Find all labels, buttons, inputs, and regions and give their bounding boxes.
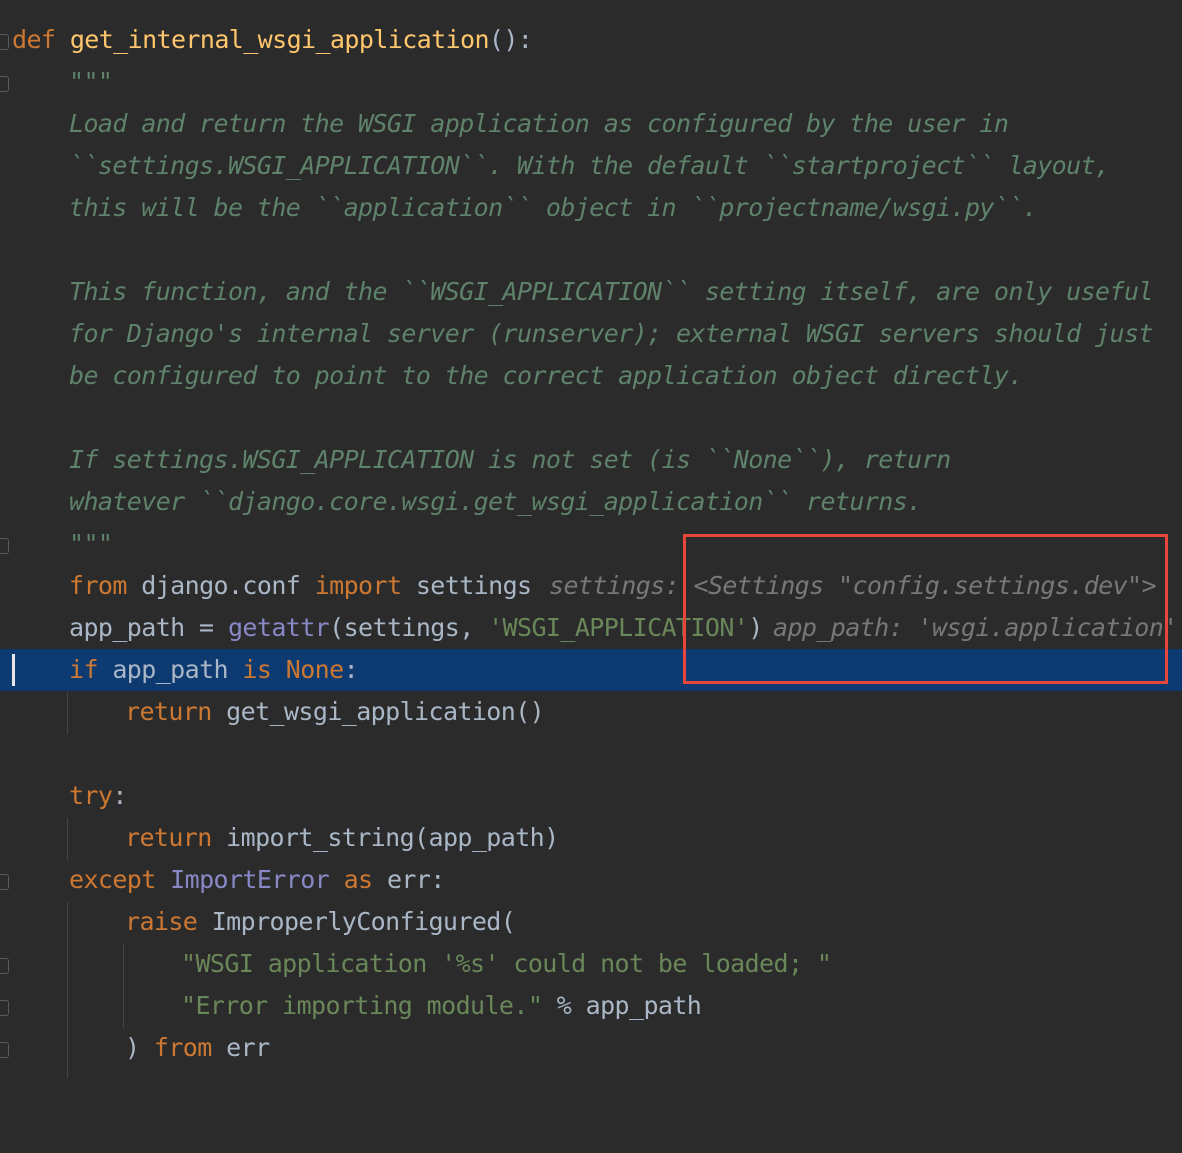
code-punctuation: (): <box>488 25 533 54</box>
assignment-target: app_path = <box>69 613 228 642</box>
text-caret <box>12 654 15 686</box>
keyword-return: return <box>125 697 212 726</box>
code-line[interactable]: whatever ``django.core.wsgi.get_wsgi_app… <box>0 481 1182 523</box>
exception-class: ImportError <box>170 865 330 894</box>
code-expression: err <box>211 1033 270 1062</box>
code-punctuation: ) <box>125 1033 154 1062</box>
docstring-line: for Django's internal server (runserver)… <box>69 319 1153 348</box>
module-name: django.conf <box>126 571 315 600</box>
keyword-from: from <box>69 571 127 600</box>
keyword-try: try <box>69 781 113 810</box>
code-expression: err: <box>372 865 445 894</box>
code-line[interactable]: def get_internal_wsgi_application(): <box>0 19 1182 61</box>
code-line[interactable]: """ <box>0 523 1182 565</box>
code-line[interactable]: """ <box>0 61 1182 103</box>
imported-name: settings <box>401 571 532 600</box>
docstring-quote: """ <box>69 529 113 558</box>
inlay-hint-settings: settings: <Settings "config.settings.dev… <box>549 571 1157 600</box>
code-line[interactable]: app_path = getattr(settings, 'WSGI_APPLI… <box>0 607 1182 649</box>
code-line[interactable]: except ImportError as err: <box>0 859 1182 901</box>
keyword-from: from <box>153 1033 212 1062</box>
string-literal: "Error importing module." <box>181 991 543 1020</box>
docstring-line: This function, and the ``WSGI_APPLICATIO… <box>69 277 1153 306</box>
keyword-none: None <box>285 655 344 684</box>
code-line[interactable]: ) from err <box>0 1027 1182 1069</box>
code-line[interactable]: ``settings.WSGI_APPLICATION``. With the … <box>0 145 1182 187</box>
docstring-line: ``settings.WSGI_APPLICATION``. With the … <box>69 151 1110 180</box>
string-literal: "WSGI application '%s' could not be load… <box>181 949 832 978</box>
code-expression: get_wsgi_application() <box>211 697 545 726</box>
code-line[interactable]: If settings.WSGI_APPLICATION is not set … <box>0 439 1182 481</box>
code-line[interactable]: return import_string(app_path) <box>0 817 1182 859</box>
docstring-line: this will be the ``application`` object … <box>69 193 1038 222</box>
builtin-getattr: getattr <box>227 613 330 642</box>
string-literal: 'WSGI_APPLICATION' <box>488 613 749 642</box>
function-name: get_internal_wsgi_application <box>69 25 490 54</box>
docstring-line: If settings.WSGI_APPLICATION is not set … <box>69 445 951 474</box>
keyword-as: as <box>343 865 374 894</box>
code-line[interactable]: be configured to point to the correct ap… <box>0 355 1182 397</box>
docstring-line: be configured to point to the correct ap… <box>69 361 1023 390</box>
keyword-return: return <box>125 823 212 852</box>
code-line[interactable]: Load and return the WSGI application as … <box>0 103 1182 145</box>
code-editor[interactable]: def get_internal_wsgi_application(): """… <box>0 0 1182 1078</box>
code-punctuation: : <box>112 781 127 810</box>
code-args: (settings, <box>329 613 489 642</box>
keyword-if: if <box>69 655 99 684</box>
code-line[interactable]: this will be the ``application`` object … <box>0 187 1182 229</box>
code-line[interactable]: from django.conf import settings setting… <box>0 565 1182 607</box>
code-expression: ImproperlyConfigured( <box>197 907 516 936</box>
code-expression: % app_path <box>542 991 702 1020</box>
code-punctuation: ) <box>748 613 763 642</box>
code-line[interactable]: This function, and the ``WSGI_APPLICATIO… <box>0 271 1182 313</box>
code-line[interactable]: return get_wsgi_application() <box>0 691 1182 733</box>
code-line[interactable]: "Error importing module." % app_path <box>0 985 1182 1027</box>
docstring-quote: """ <box>69 67 113 96</box>
code-line[interactable]: "WSGI application '%s' could not be load… <box>0 943 1182 985</box>
code-line[interactable]: raise ImproperlyConfigured( <box>0 901 1182 943</box>
code-line[interactable]: for Django's internal server (runserver)… <box>0 313 1182 355</box>
keyword-is: is <box>242 655 272 684</box>
keyword-raise: raise <box>125 907 198 936</box>
code-expression: import_string(app_path) <box>211 823 559 852</box>
code-line[interactable]: try: <box>0 775 1182 817</box>
docstring-line: Load and return the WSGI application as … <box>69 109 1009 138</box>
inlay-hint-app-path: app_path: 'wsgi.application' <box>773 613 1178 642</box>
docstring-line: whatever ``django.core.wsgi.get_wsgi_app… <box>69 487 922 516</box>
keyword-def: def <box>12 25 56 54</box>
code-punctuation: : <box>343 655 359 684</box>
keyword-except: except <box>69 865 156 894</box>
variable-name: app_path <box>97 655 243 684</box>
current-execution-line[interactable]: if app_path is None: <box>0 649 1182 691</box>
keyword-import: import <box>314 571 402 600</box>
